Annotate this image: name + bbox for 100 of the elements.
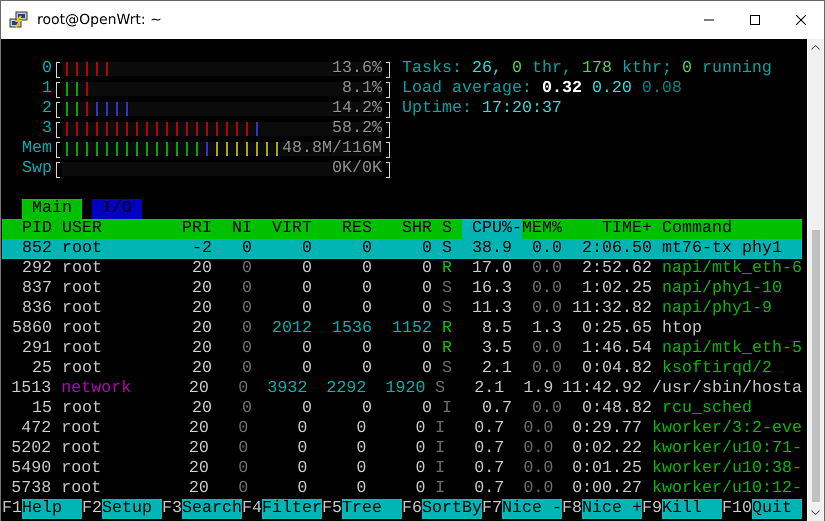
time-cell-text: 2:52.62 xyxy=(581,259,652,279)
user-cell-text: root xyxy=(61,259,103,279)
meter-label: 2 xyxy=(41,99,52,119)
mem-cell-text: 0.0 xyxy=(531,239,562,259)
virt-cell-text: 0 xyxy=(301,239,312,259)
column-header[interactable]: NI xyxy=(212,219,252,239)
column-header[interactable]: CPU%- xyxy=(462,219,522,239)
process-row[interactable]: 837 root 20 0 0 0 0 S 16.3 0.0 1:02.25 napi/phy1-10 xyxy=(2,279,802,299)
process-row[interactable]: 852 root -2 0 0 0 0 S 38.9 0.0 2:06.50 mt76-tx phy1 xyxy=(2,239,802,259)
summary-text: 17:20:37 xyxy=(482,99,562,119)
function-key: F9 xyxy=(642,499,662,519)
process-row[interactable]: 292 root 20 0 0 0 0 R 17.0 0.0 2:52.62 napi/mtk_eth-6 xyxy=(2,259,802,279)
process-row[interactable]: 5738 root 20 0 0 0 0 I 0.7 0.0 0:00.27 kworker/u10:12- xyxy=(2,479,802,499)
summary-text: 0.08 xyxy=(642,79,682,99)
cpu-cell-text: 11.3 xyxy=(471,299,512,319)
res-cell-text: 0 xyxy=(355,419,366,439)
nice-cell-text: 0 xyxy=(241,239,252,259)
process-row[interactable]: 836 root 20 0 0 0 0 S 11.3 0.0 11:32.82 napi/phy1-9 xyxy=(2,299,802,319)
column-header[interactable]: RES xyxy=(312,219,372,239)
function-key-label[interactable]: Setup xyxy=(102,499,162,519)
column-header[interactable]: VIRT xyxy=(252,219,312,239)
column-header[interactable]: TIME+ xyxy=(562,219,652,239)
mem-cell-text: 0.0 xyxy=(531,259,562,279)
virt-cell-text: 3932 xyxy=(266,379,308,399)
function-key: F2 xyxy=(82,499,102,519)
function-key-label[interactable]: SortBy xyxy=(422,499,482,519)
meter-label: 0 xyxy=(41,59,52,79)
pid-cell-text: 15 xyxy=(31,399,52,419)
function-key-label[interactable]: Nice + xyxy=(582,499,642,519)
shr-cell-text: 0 xyxy=(421,299,432,319)
close-icon xyxy=(796,15,806,25)
column-header[interactable]: S xyxy=(432,219,452,239)
priority-cell-text: 20 xyxy=(188,479,209,499)
virt-cell-text: 2012 xyxy=(271,319,312,339)
mem-cell-text: 0.0 xyxy=(522,419,554,439)
nice-cell-text: 0 xyxy=(241,399,252,419)
function-key-label[interactable]: Kill xyxy=(662,499,722,519)
process-row[interactable]: 5490 root 20 0 0 0 0 I 0.7 0.0 0:01.25 kworker/u10:38- xyxy=(2,459,802,479)
shr-cell-text: 0 xyxy=(421,359,432,379)
process-row[interactable]: 5860 root 20 0 2012 1536 1152 R 8.5 1.3 0:25.65 htop xyxy=(2,319,802,339)
scroll-thumb[interactable] xyxy=(812,230,820,502)
process-row[interactable]: 25 root 20 0 0 0 0 S 2.1 0.0 0:04.82 ksoftirqd/2 xyxy=(2,359,802,379)
function-key-label[interactable]: Filter xyxy=(262,499,322,519)
scroll-up-icon[interactable] xyxy=(811,45,820,50)
priority-cell-text: -2 xyxy=(191,239,212,259)
virt-cell-text: 0 xyxy=(296,479,308,499)
meter-reading: 58.2% xyxy=(332,119,382,139)
priority-cell-text: 20 xyxy=(191,399,212,419)
user-cell-text: root xyxy=(60,459,102,479)
meter-label: Mem xyxy=(21,139,52,159)
summary-text: running xyxy=(702,59,772,79)
scrollbar[interactable] xyxy=(807,39,824,521)
function-key-label[interactable]: Help xyxy=(22,499,82,519)
mem-cell-text: 0.0 xyxy=(522,479,554,499)
meter-reading: 13.6% xyxy=(332,59,382,79)
process-row[interactable]: 15 root 20 0 0 0 0 I 0.7 0.0 0:48.82 rcu_sched xyxy=(2,399,802,419)
summary-text: 26, xyxy=(472,59,502,79)
scroll-down-icon[interactable] xyxy=(811,510,820,515)
function-key-label[interactable]: Quit xyxy=(752,499,802,519)
function-key-label[interactable]: Search xyxy=(182,499,242,519)
shr-cell-text: 0 xyxy=(421,399,432,419)
command-cell: kworker/u10:38- xyxy=(652,459,802,479)
process-row[interactable]: 5202 root 20 0 0 0 0 I 0.7 0.0 0:02.22 kworker/u10:71- xyxy=(2,439,802,459)
pid-cell-text: 5860 xyxy=(11,319,52,339)
column-header[interactable]: SHR xyxy=(372,219,432,239)
pid-cell-text: 472 xyxy=(20,419,52,439)
meter-reading: 48.8M/116M xyxy=(282,139,382,159)
function-key-label[interactable]: Tree xyxy=(342,499,402,519)
pid-cell-text: 292 xyxy=(21,259,52,279)
res-cell-text: 0 xyxy=(355,479,366,499)
state-cell-text: I xyxy=(434,459,446,479)
process-row[interactable]: 472 root 20 0 0 0 0 I 0.7 0.0 0:29.77 kworker/3:2-eve xyxy=(2,419,802,439)
state-cell-text: R xyxy=(441,339,452,359)
function-key-label[interactable]: Nice - xyxy=(502,499,562,519)
column-header[interactable]: Command xyxy=(662,219,802,239)
mem-cell-text: 0.0 xyxy=(522,459,554,479)
function-key: F7 xyxy=(482,499,502,519)
process-row[interactable]: 1513 network 20 0 3932 2292 1920 S 2.1 1.9 11:42.92 /usr/sbin/hosta xyxy=(2,379,802,399)
res-cell-text: 0 xyxy=(361,339,372,359)
user-cell-text: root xyxy=(61,319,103,339)
state-cell-text: S xyxy=(434,379,446,399)
user-cell-text: root xyxy=(61,359,103,379)
res-cell-text: 0 xyxy=(355,439,366,459)
summary-text: Load average: xyxy=(402,79,532,99)
res-cell-text: 0 xyxy=(361,299,372,319)
command-cell: napi/mtk_eth-6 xyxy=(662,259,802,279)
pid-cell-text: 852 xyxy=(21,239,52,259)
time-cell-text: 0:01.25 xyxy=(571,459,642,479)
column-header[interactable]: USER xyxy=(52,219,162,239)
meter-reading: 0K/0K xyxy=(332,159,382,179)
pid-cell-text: 1513 xyxy=(10,379,52,399)
column-header[interactable]: PID xyxy=(2,219,52,239)
column-header[interactable]: MEM% xyxy=(522,219,562,239)
res-cell-text: 0 xyxy=(361,399,372,419)
terminal-app-icon xyxy=(9,10,29,30)
process-row[interactable]: 291 root 20 0 0 0 0 R 3.5 0.0 1:46.54 napi/mtk_eth-5 xyxy=(2,339,802,359)
cpu-cell-text: 17.0 xyxy=(471,259,512,279)
view-tab[interactable]: Main xyxy=(22,199,82,219)
column-header[interactable]: PRI xyxy=(162,219,212,239)
shr-cell-text: 0 xyxy=(421,279,432,299)
